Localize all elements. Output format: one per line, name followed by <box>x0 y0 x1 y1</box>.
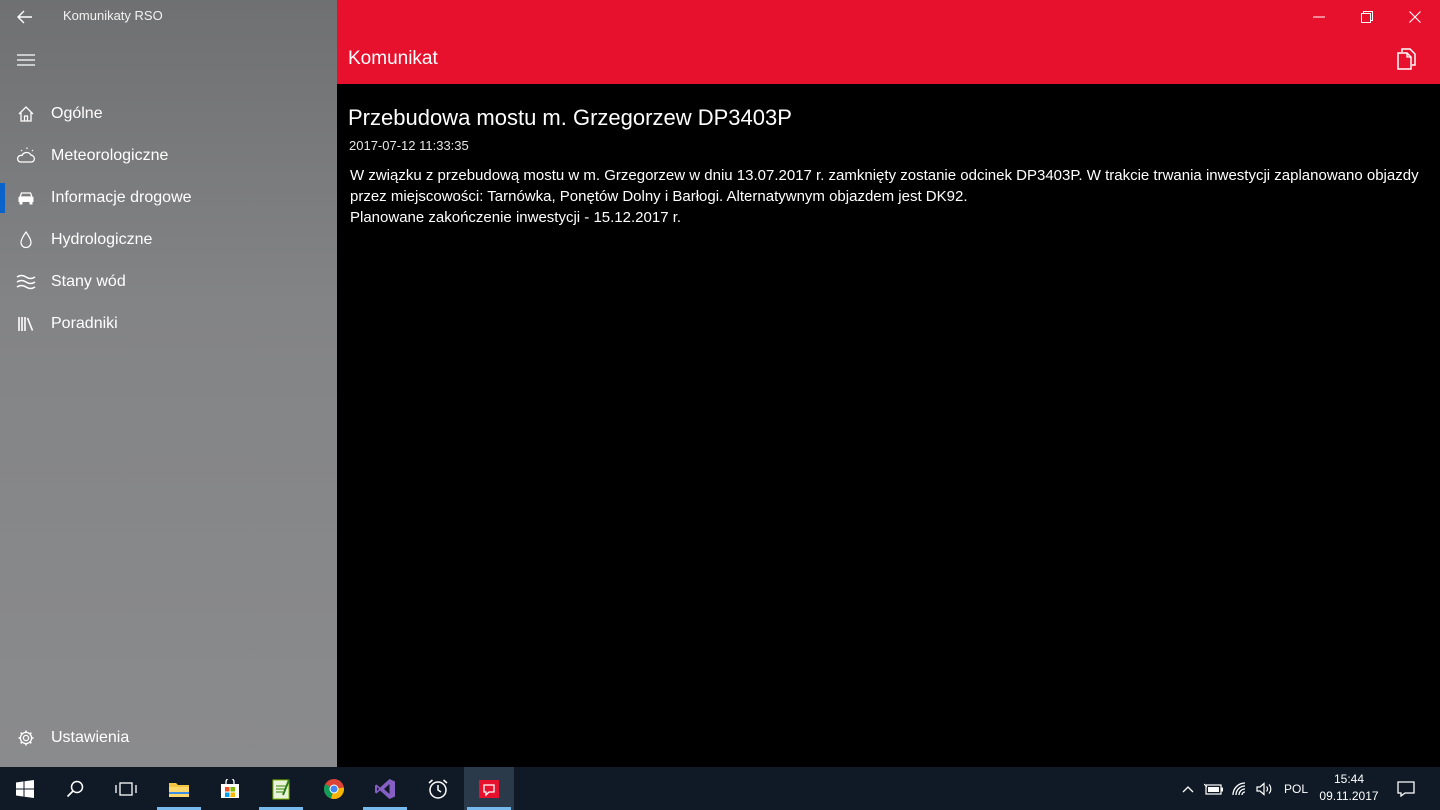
nav-item-poradniki[interactable]: Poradniki <box>0 303 337 345</box>
battery-indicator[interactable] <box>1202 767 1226 810</box>
restore-button[interactable] <box>1343 0 1391 34</box>
page-title: Komunikat <box>348 48 438 69</box>
message-title: Przebudowa mostu m. Grzegorzew DP3403P <box>348 105 792 130</box>
store-icon <box>221 778 239 798</box>
hamburger-icon <box>17 54 35 66</box>
active-indicator <box>0 183 5 213</box>
message-date: 2017-07-12 11:33:35 <box>349 138 469 153</box>
app-title: Komunikaty RSO <box>63 8 163 23</box>
battery-icon <box>1204 783 1223 795</box>
hamburger-menu-button[interactable] <box>12 46 40 74</box>
nav-item-label: Meteorologiczne <box>51 147 169 164</box>
back-arrow-icon <box>17 10 32 24</box>
alarm-clock-icon <box>428 778 448 799</box>
minimize-icon <box>1313 16 1325 18</box>
task-view-icon <box>115 781 137 796</box>
nav-item-informacje-drogowe[interactable]: Informacje drogowe <box>0 177 337 219</box>
message-body: W związku z przebudową mostu w m. Grzego… <box>350 165 1420 228</box>
restore-icon <box>1361 11 1373 23</box>
action-center-button[interactable] <box>1392 767 1420 810</box>
rso-app-icon <box>479 779 499 798</box>
copy-icon <box>1397 48 1416 70</box>
nav-list: Ogólne Meteorologiczne Informacje drogow… <box>0 93 337 345</box>
waves-icon <box>15 271 37 293</box>
windows-logo-icon <box>16 779 34 798</box>
network-indicator[interactable] <box>1229 767 1253 810</box>
chevron-up-icon <box>1182 785 1194 792</box>
minimize-button[interactable] <box>1295 0 1343 34</box>
clock-time: 15:44 <box>1333 772 1365 786</box>
taskbar-file-explorer[interactable] <box>154 767 204 810</box>
nav-item-label: Stany wód <box>51 273 126 290</box>
nav-item-label: Informacje drogowe <box>51 189 192 206</box>
search-icon <box>66 780 84 797</box>
gear-icon <box>15 727 37 749</box>
visual-studio-icon <box>375 778 395 799</box>
taskbar-editor-app[interactable] <box>256 767 306 810</box>
home-icon <box>15 103 37 125</box>
drop-icon <box>15 229 37 251</box>
page-header: Komunikat <box>337 34 1440 84</box>
nav-item-ogolne[interactable]: Ogólne <box>0 93 337 135</box>
nav-item-label: Poradniki <box>51 315 118 332</box>
title-bar: Komunikaty RSO <box>0 0 337 34</box>
nav-item-hydrologiczne[interactable]: Hydrologiczne <box>0 219 337 261</box>
taskbar-store[interactable] <box>205 767 255 810</box>
settings-nav-item[interactable]: Ustawienia <box>0 717 337 759</box>
folder-icon <box>169 782 189 797</box>
show-hidden-icons-button[interactable] <box>1178 767 1198 810</box>
taskbar-komunikaty-rso[interactable] <box>464 767 514 810</box>
clock[interactable]: 15:44 09.11.2017 <box>1312 771 1386 805</box>
input-language-indicator[interactable]: POL <box>1281 767 1311 810</box>
window-title-bar <box>337 0 1440 34</box>
message-content: Przebudowa mostu m. Grzegorzew DP3403P 2… <box>337 84 1440 767</box>
start-button[interactable] <box>0 767 50 810</box>
notifications-icon <box>1397 780 1415 797</box>
navigation-pane: Komunikaty RSO Ogólne Meteorologiczne In… <box>0 0 337 767</box>
nav-item-stany-wod[interactable]: Stany wód <box>0 261 337 303</box>
task-view-button[interactable] <box>101 767 151 810</box>
volume-indicator[interactable] <box>1253 767 1277 810</box>
search-button[interactable] <box>50 767 100 810</box>
notepad-icon <box>272 779 290 799</box>
copy-button[interactable] <box>1394 46 1420 72</box>
message-paragraph: W związku z przebudową mostu w m. Grzego… <box>350 167 1419 205</box>
speaker-icon <box>1256 781 1272 796</box>
clock-date: 09.11.2017 <box>1319 789 1379 803</box>
close-icon <box>1409 11 1421 23</box>
wifi-icon <box>1232 781 1246 795</box>
taskbar: POL 15:44 09.11.2017 <box>0 767 1440 810</box>
message-paragraph: Planowane zakończenie inwestycji - 15.12… <box>350 209 682 226</box>
nav-item-meteorologiczne[interactable]: Meteorologiczne <box>0 135 337 177</box>
taskbar-chrome[interactable] <box>309 767 359 810</box>
nav-item-label: Ogólne <box>51 105 103 122</box>
books-icon <box>15 313 37 335</box>
nav-item-label: Hydrologiczne <box>51 231 153 248</box>
taskbar-alarms-clock[interactable] <box>413 767 463 810</box>
car-icon <box>15 187 37 209</box>
weather-icon <box>15 145 37 167</box>
settings-label: Ustawienia <box>51 729 130 746</box>
taskbar-visual-studio[interactable] <box>360 767 410 810</box>
close-button[interactable] <box>1391 0 1439 34</box>
chrome-icon <box>323 778 345 799</box>
back-button[interactable] <box>12 4 38 30</box>
